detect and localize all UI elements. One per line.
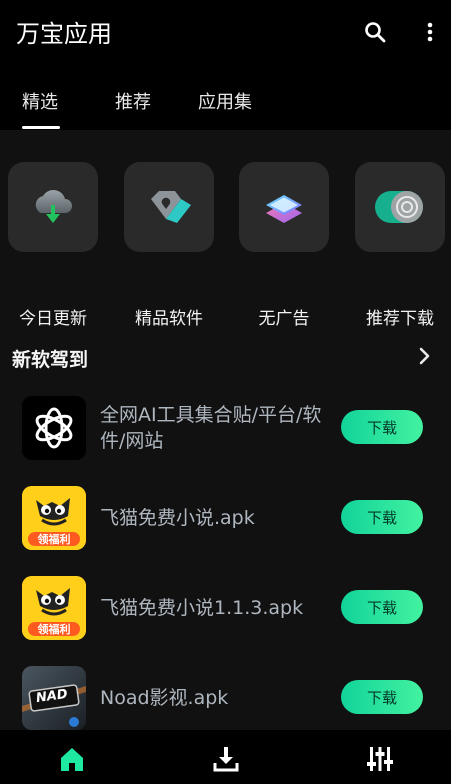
noad-icon: NAD (22, 666, 86, 730)
app-badge: 领福利 (37, 623, 71, 636)
more-vertical-icon (427, 22, 433, 42)
tab-recommended[interactable]: 推荐 (115, 88, 151, 114)
category-label: 无广告 (258, 309, 310, 329)
feimao-icon: 领福利 (22, 486, 86, 550)
download-button[interactable]: 下载 (341, 590, 423, 624)
content-panel: 今日更新 精品软件 无广告 推荐下载 新软驾到 全网AI工具集合贴/平台/软件/… (0, 130, 451, 730)
toggle-icon (375, 191, 423, 223)
section-more-button[interactable] (412, 344, 436, 368)
cloud-download-icon (35, 190, 72, 223)
category-label: 精品软件 (135, 309, 203, 329)
category-tile (239, 162, 329, 252)
nav-downloads[interactable] (211, 744, 241, 774)
app-name: 飞猫免费小说.apk (100, 507, 255, 529)
sliders-icon (367, 747, 393, 771)
download-button[interactable]: 下载 (341, 410, 423, 444)
category-today-updates[interactable]: 今日更新 (8, 162, 98, 329)
diamond-icon (151, 191, 191, 223)
category-premium-software[interactable]: 精品软件 (124, 162, 214, 329)
nav-home[interactable] (57, 744, 87, 774)
download-icon (213, 747, 239, 772)
app-bar: 万宝应用 (0, 0, 451, 66)
active-tab-indicator (22, 126, 60, 129)
app-name: 飞猫免费小说1.1.3.apk (100, 597, 304, 619)
nav-settings[interactable] (365, 744, 395, 774)
tab-featured[interactable]: 精选 (22, 88, 58, 114)
app-badge: 领福利 (37, 533, 71, 546)
tab-bar: 精选 推荐 应用集 (0, 74, 451, 130)
section-title: 新软驾到 (12, 349, 89, 371)
tab-app-collections[interactable]: 应用集 (198, 88, 252, 114)
layers-icon (266, 195, 302, 223)
app-name: 全网AI工具集合贴/平台/软件/网站 (100, 404, 322, 452)
bottom-navigation (0, 730, 451, 784)
app-list-item[interactable]: 领福利 飞猫免费小说1.1.3.apk 下载 (0, 568, 451, 648)
more-menu-button[interactable] (416, 18, 444, 46)
category-tile (8, 162, 98, 252)
download-button[interactable]: 下载 (341, 680, 423, 714)
app-list-item[interactable]: NAD Noad影视.apk 下载 (0, 658, 451, 730)
app-title: 万宝应用 (16, 20, 112, 48)
app-list-item[interactable]: 领福利 飞猫免费小说.apk 下载 (0, 478, 451, 558)
app-list-item[interactable]: 全网AI工具集合贴/平台/软件/网站 下载 (0, 388, 451, 468)
category-tile (124, 162, 214, 252)
category-label: 今日更新 (19, 309, 87, 329)
chevron-right-icon (419, 347, 430, 365)
openai-icon (22, 396, 86, 460)
category-label: 推荐下载 (366, 309, 434, 329)
category-no-ads[interactable]: 无广告 (239, 162, 329, 329)
search-icon (365, 22, 386, 43)
category-recommended-downloads[interactable]: 推荐下载 (355, 162, 445, 329)
app-name: Noad影视.apk (100, 687, 229, 709)
home-icon (61, 748, 83, 771)
download-button[interactable]: 下载 (341, 500, 423, 534)
feimao-icon: 领福利 (22, 576, 86, 640)
search-button[interactable] (361, 18, 389, 46)
category-tile (355, 162, 445, 252)
